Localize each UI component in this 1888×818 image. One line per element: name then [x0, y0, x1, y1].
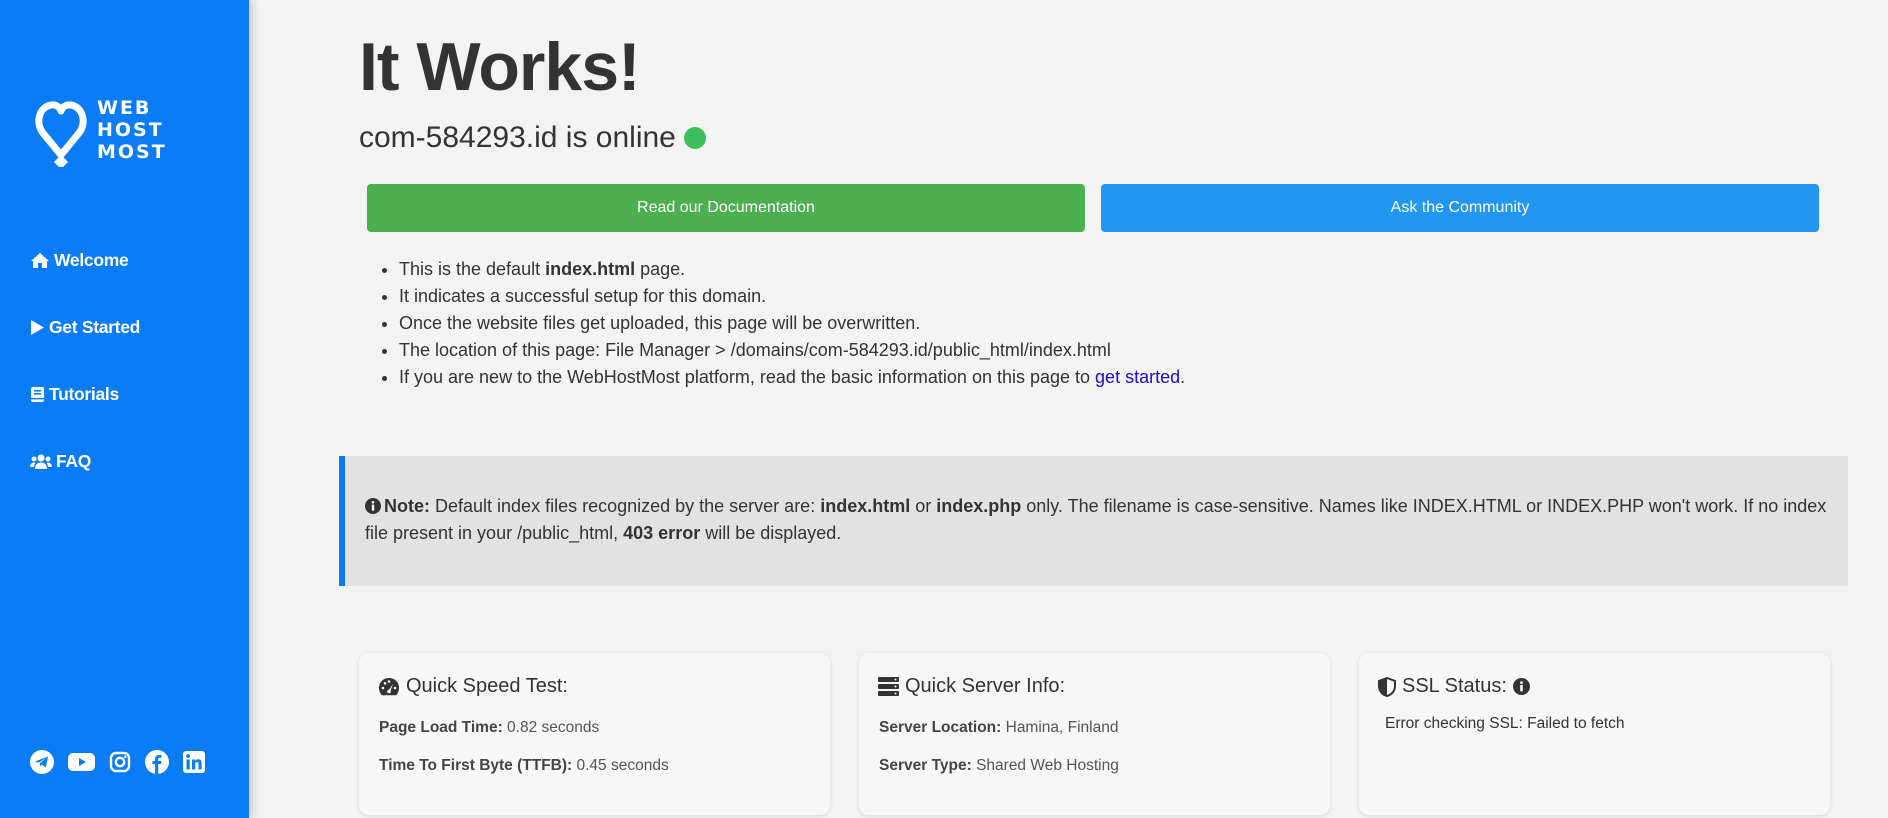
webhostmost-logo-icon — [35, 101, 87, 167]
domain-status-text: com-584293.id is online — [359, 121, 676, 154]
domain-status: com-584293.id is online — [359, 118, 706, 158]
logo-text-host: HOST — [97, 119, 164, 141]
logo-text-most: MOST — [97, 141, 167, 163]
ssl-status-card: SSL Status: Error checking SSL: Failed t… — [1359, 653, 1830, 815]
shield-icon — [1378, 676, 1396, 697]
logo-text-web: WEB — [97, 97, 152, 119]
telegram-icon — [30, 750, 54, 774]
sidebar-item-label: Get Started — [49, 316, 141, 337]
main-content: It Works! com-584293.id is online Read o… — [249, 0, 1888, 818]
sidebar-item-label: Welcome — [54, 249, 129, 270]
ask-community-button[interactable]: Ask the Community — [1101, 184, 1819, 232]
sidebar-item-tutorials[interactable]: Tutorials — [30, 382, 140, 406]
sidebar-item-label: FAQ — [56, 450, 92, 471]
info-list: This is the default index.html page. It … — [399, 256, 1185, 391]
info-circle-icon — [365, 498, 381, 514]
sidebar-nav: Welcome Get Started Tutorials FAQ — [30, 248, 140, 516]
home-icon — [31, 252, 49, 268]
sidebar-item-welcome[interactable]: Welcome — [30, 248, 140, 272]
list-item: If you are new to the WebHostMost platfo… — [399, 364, 1185, 391]
youtube-icon — [68, 753, 95, 771]
instagram-link[interactable] — [109, 751, 131, 773]
info-circle-icon[interactable] — [1512, 678, 1530, 695]
play-icon — [31, 319, 44, 335]
page-title: It Works! — [359, 29, 641, 105]
page-load-time: Page Load Time: 0.82 seconds — [379, 719, 600, 736]
linkedin-icon — [183, 751, 205, 773]
list-item: This is the default index.html page. — [399, 256, 1185, 283]
server-type: Server Type: Shared Web Hosting — [879, 757, 1119, 774]
list-item: The location of this page: File Manager … — [399, 337, 1185, 364]
online-status-dot — [683, 127, 706, 149]
logo-text: WEB HOST MOST — [97, 97, 167, 163]
facebook-icon — [145, 750, 169, 774]
speed-test-card: Quick Speed Test: Page Load Time: 0.82 s… — [359, 653, 830, 815]
card-title: SSL Status: — [1378, 675, 1536, 698]
sidebar-item-faq[interactable]: FAQ — [30, 449, 140, 473]
sidebar-item-get-started[interactable]: Get Started — [30, 315, 140, 339]
tachometer-icon — [379, 677, 399, 695]
facebook-link[interactable] — [145, 750, 169, 774]
book-icon — [31, 386, 44, 402]
list-item: Once the website files get uploaded, thi… — [399, 310, 1185, 337]
youtube-link[interactable] — [68, 752, 95, 772]
logo[interactable]: WEB HOST MOST — [33, 93, 167, 167]
server-icon — [878, 677, 899, 696]
note-label: Note: — [384, 496, 430, 516]
card-title: Quick Server Info: — [878, 675, 1065, 698]
sidebar: WEB HOST MOST Welcome Get Started Tutori… — [0, 0, 249, 818]
list-item: It indicates a successful setup for this… — [399, 283, 1185, 310]
users-icon — [30, 454, 52, 469]
instagram-icon — [109, 751, 131, 773]
card-title: Quick Speed Test: — [378, 675, 568, 698]
telegram-link[interactable] — [30, 750, 54, 774]
sidebar-item-label: Tutorials — [49, 383, 119, 404]
social-links — [30, 750, 219, 774]
get-started-link[interactable]: get started — [1095, 367, 1180, 387]
ttfb: Time To First Byte (TTFB): 0.45 seconds — [379, 757, 669, 774]
read-documentation-button[interactable]: Read our Documentation — [367, 184, 1085, 232]
note-box: Note: Default index files recognized by … — [339, 456, 1848, 586]
server-info-card: Quick Server Info: Server Location: Hami… — [859, 653, 1330, 815]
ssl-error-message: Error checking SSL: Failed to fetch — [1385, 715, 1625, 732]
linkedin-link[interactable] — [183, 751, 205, 773]
server-location: Server Location: Hamina, Finland — [879, 719, 1119, 736]
